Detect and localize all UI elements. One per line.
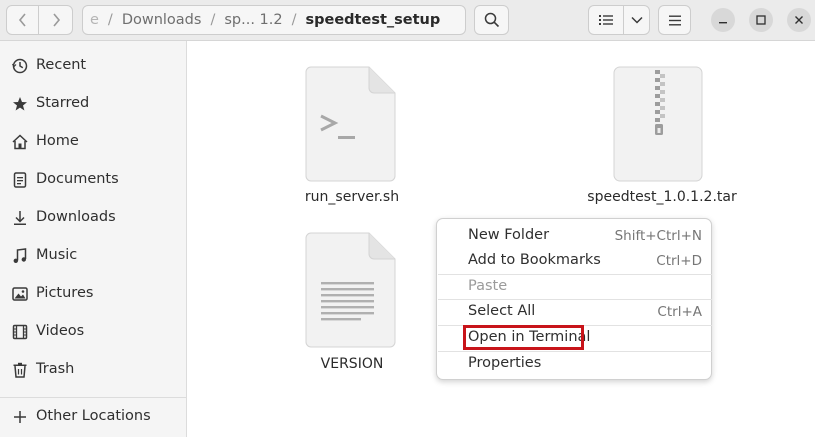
sidebar-item-trash[interactable]: Trash xyxy=(0,352,186,388)
breadcrumb-root[interactable]: e xyxy=(90,12,99,28)
file-name: speedtest_1.0.1.2.tar xyxy=(587,189,737,205)
menu-item-new-folder[interactable]: New Folder Shift+Ctrl+N xyxy=(437,224,711,248)
hamburger-menu-icon xyxy=(668,15,681,25)
sidebar-item-label: Home xyxy=(36,133,79,149)
list-view-icon xyxy=(599,15,613,25)
menu-item-shortcut: Ctrl+D xyxy=(656,253,702,269)
sidebar-item-label: Documents xyxy=(36,171,119,187)
menu-item-label: Paste xyxy=(468,278,508,294)
menu-item-label: Select All xyxy=(468,303,536,319)
maximize-icon xyxy=(756,15,766,25)
sidebar-item-label: Downloads xyxy=(36,209,116,225)
archive-icon xyxy=(613,66,703,182)
chevron-right-icon xyxy=(52,13,60,27)
plus-icon xyxy=(14,411,26,423)
file-item-version[interactable]: VERSION xyxy=(292,232,412,378)
sidebar-item-label: Recent xyxy=(36,57,87,73)
main-menu-button[interactable] xyxy=(658,5,691,35)
breadcrumb-speedtest-parent[interactable]: sp... 1.2 xyxy=(224,12,282,28)
chevron-down-icon xyxy=(630,16,643,24)
view-options-button[interactable] xyxy=(623,5,650,35)
close-button[interactable] xyxy=(787,8,811,32)
list-view-button[interactable] xyxy=(588,5,624,35)
menu-item-label: New Folder xyxy=(468,227,550,243)
sidebar-item-label: Starred xyxy=(36,95,90,111)
sidebar-item-starred[interactable]: Starred xyxy=(0,86,186,122)
sidebar-item-label: Trash xyxy=(36,361,75,377)
menu-item-shortcut: Ctrl+A xyxy=(657,304,702,320)
file-name: VERSION xyxy=(320,356,384,372)
picture-icon xyxy=(12,287,28,301)
search-icon xyxy=(484,12,499,28)
sidebar-item-label: Pictures xyxy=(36,285,94,301)
clock-icon xyxy=(11,58,28,74)
sidebar-item-pictures[interactable]: Pictures xyxy=(0,276,186,312)
file-item-speedtest-tar[interactable]: speedtest_1.0.1.2.tar xyxy=(582,66,742,212)
download-icon xyxy=(14,211,26,225)
sidebar-item-documents[interactable]: Documents xyxy=(0,162,186,198)
document-icon xyxy=(13,172,27,188)
path-bar[interactable]: e / Downloads / sp... 1.2 / speedtest_se… xyxy=(82,5,466,35)
menu-item-properties[interactable]: Properties xyxy=(437,352,711,376)
highlight-box xyxy=(463,325,584,350)
forward-button[interactable] xyxy=(38,5,73,35)
back-button[interactable] xyxy=(6,5,39,35)
minimize-button[interactable] xyxy=(711,8,735,32)
sidebar-item-videos[interactable]: Videos xyxy=(0,314,186,350)
breadcrumb-separator: / xyxy=(210,12,216,28)
file-name: run_server.sh xyxy=(304,189,400,205)
breadcrumb-downloads[interactable]: Downloads xyxy=(122,12,202,28)
sidebar-item-downloads[interactable]: Downloads xyxy=(0,200,186,236)
sidebar-item-label: Videos xyxy=(36,323,85,339)
menu-item-label: Add to Bookmarks xyxy=(468,252,601,268)
breadcrumb-current[interactable]: speedtest_setup xyxy=(306,12,441,28)
music-note-icon xyxy=(13,248,27,263)
menu-item-label: Properties xyxy=(468,355,542,371)
breadcrumb-separator: / xyxy=(291,12,297,28)
text-file-icon xyxy=(305,232,396,348)
breadcrumb-separator: / xyxy=(107,12,113,28)
file-item-run-server[interactable]: run_server.sh xyxy=(292,66,412,212)
sidebar-item-label: Other Locations xyxy=(36,408,151,424)
chevron-left-icon xyxy=(18,13,26,27)
sidebar: Recent Starred Home Documents Downloads … xyxy=(0,41,187,437)
search-button[interactable] xyxy=(474,5,509,35)
sidebar-item-other-locations[interactable]: Other Locations xyxy=(0,399,186,435)
film-icon xyxy=(12,324,28,340)
shell-script-icon xyxy=(305,66,396,182)
sidebar-item-home[interactable]: Home xyxy=(0,124,186,160)
maximize-button[interactable] xyxy=(749,8,773,32)
sidebar-item-music[interactable]: Music xyxy=(0,238,186,274)
sidebar-item-label: Music xyxy=(36,247,78,263)
context-menu: New Folder Shift+Ctrl+N Add to Bookmarks… xyxy=(436,218,712,380)
minimize-icon xyxy=(719,22,727,24)
menu-item-add-to-bookmarks[interactable]: Add to Bookmarks Ctrl+D xyxy=(437,249,711,273)
sidebar-item-recent[interactable]: Recent xyxy=(0,48,186,84)
star-icon xyxy=(13,97,27,111)
header-bar: e / Downloads / sp... 1.2 / speedtest_se… xyxy=(0,0,815,41)
close-icon xyxy=(795,16,803,24)
menu-item-select-all[interactable]: Select All Ctrl+A xyxy=(437,300,711,324)
trash-icon xyxy=(13,362,27,378)
sidebar-divider xyxy=(0,397,186,398)
menu-item-paste[interactable]: Paste xyxy=(437,275,711,299)
menu-item-shortcut: Shift+Ctrl+N xyxy=(614,228,702,244)
home-icon xyxy=(12,134,28,150)
